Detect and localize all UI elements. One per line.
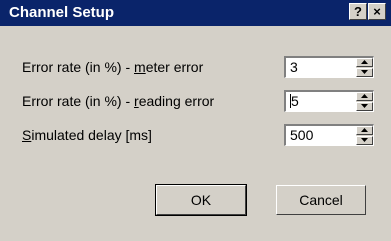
cancel-button[interactable]: Cancel [276,185,366,215]
simulated-delay-spin-buttons [356,126,373,145]
reading-error-label: Error rate (in %) - reading error [22,93,214,109]
chevron-up-icon [361,94,368,98]
chevron-up-icon [361,60,368,64]
help-icon: ? [354,4,362,19]
meter-error-accelerator: m [134,59,146,75]
meter-error-label: Error rate (in %) - meter error [22,59,203,75]
chevron-up-icon [361,128,368,132]
chevron-down-icon [361,104,368,108]
meter-error-label-rest: eter error [145,59,204,75]
channel-setup-dialog: Channel Setup ? × Error rate (in %) - me… [0,0,391,241]
simulated-delay-increment-button[interactable] [356,126,373,135]
meter-error-spin-buttons [356,58,373,77]
ok-button[interactable]: OK [155,184,247,216]
meter-error-decrement-button[interactable] [356,68,373,77]
meter-error-label-text: Error rate (in %) - [22,59,135,75]
meter-error-spinbox[interactable]: 3 [284,56,374,78]
simulated-delay-spinbox[interactable]: 500 [284,124,374,146]
chevron-down-icon [361,70,368,74]
help-button[interactable]: ? [349,3,367,20]
reading-error-spinbox[interactable]: 5 [284,90,374,112]
reading-error-spin-buttons [356,92,373,111]
reading-error-increment-button[interactable] [356,92,373,101]
meter-error-value[interactable]: 3 [290,59,298,76]
reading-error-value[interactable]: 5 [291,93,299,109]
meter-error-increment-button[interactable] [356,58,373,67]
title-bar[interactable]: Channel Setup ? × [0,0,391,26]
reading-error-decrement-button[interactable] [356,102,373,111]
reading-error-value-wrap[interactable]: 5 [290,93,299,110]
simulated-delay-decrement-button[interactable] [356,136,373,145]
close-icon: × [373,4,381,19]
reading-error-label-rest: eading error [138,93,215,109]
simulated-delay-label-rest: imulated delay [ms] [31,127,152,143]
reading-error-label-text: Error rate (in %) - [22,93,135,109]
window-title: Channel Setup [9,4,115,21]
close-button[interactable]: × [368,3,386,20]
simulated-delay-accelerator: S [22,127,32,143]
simulated-delay-value[interactable]: 500 [290,127,313,144]
simulated-delay-label: Simulated delay [ms] [22,127,152,143]
chevron-down-icon [361,138,368,142]
